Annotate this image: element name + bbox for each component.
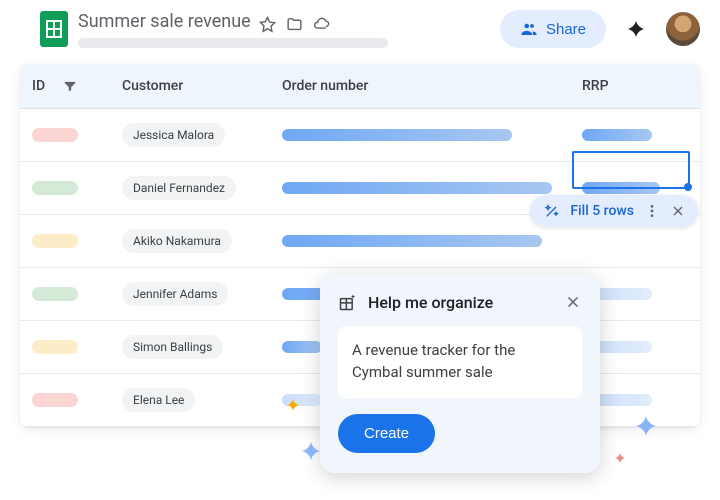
decorative-sparkle-icon [300,440,322,462]
column-header-id[interactable]: ID [20,64,110,108]
people-icon [520,20,538,38]
id-pill [32,393,78,407]
id-pill [32,128,78,142]
dismiss-chip-icon[interactable] [670,203,686,219]
customer-chip[interactable]: Jessica Malora [122,123,225,147]
sheets-logo-icon [40,11,68,47]
menu-bar-placeholder [78,38,388,48]
order-bar [282,235,542,247]
decorative-sparkle-icon [286,398,300,412]
rrp-bar [582,182,660,194]
organize-icon [338,292,358,312]
customer-chip[interactable]: Jennifer Adams [122,282,228,306]
fill-chip-label: Fill 5 rows [570,203,634,219]
close-dialog-icon[interactable] [564,293,582,311]
smart-fill-chip[interactable]: Fill 5 rows [530,195,698,227]
table-header-row: ID Customer Order number RRP [20,64,700,109]
move-folder-icon[interactable] [286,16,303,33]
gemini-sparkle-icon[interactable] [626,19,646,39]
share-label: Share [546,21,586,38]
customer-chip[interactable]: Akiko Nakamura [122,229,232,253]
doc-title[interactable]: Summer sale revenue [78,11,251,32]
table-row[interactable]: Jessica Malora [20,109,700,162]
customer-chip[interactable]: Simon Ballings [122,335,223,359]
create-button[interactable]: Create [338,414,435,453]
wand-icon [544,203,560,219]
customer-chip[interactable]: Daniel Fernandez [122,176,236,200]
user-avatar[interactable] [666,12,700,46]
filter-icon[interactable] [63,79,77,93]
help-organize-dialog: Help me organize A revenue tracker for t… [320,274,600,473]
column-header-customer[interactable]: Customer [110,64,270,108]
rrp-bar [582,129,652,141]
id-pill [32,287,78,301]
cloud-status-icon[interactable] [313,16,330,33]
more-options-icon[interactable] [644,203,660,219]
decorative-sparkle-icon [634,414,658,438]
share-button[interactable]: Share [500,10,606,48]
customer-chip[interactable]: Elena Lee [122,388,195,412]
id-pill [32,181,78,195]
dialog-title: Help me organize [368,293,554,312]
column-header-order[interactable]: Order number [270,64,570,108]
id-pill [32,340,78,354]
id-pill [32,234,78,248]
order-bar [282,182,552,194]
order-bar [282,341,322,353]
prompt-input[interactable]: A revenue tracker for the Cymbal summer … [338,326,582,398]
star-icon[interactable] [259,16,276,33]
order-bar [282,129,512,141]
column-header-rrp[interactable]: RRP [570,64,700,108]
decorative-sparkle-icon [614,452,626,464]
col-id-label: ID [32,78,45,94]
